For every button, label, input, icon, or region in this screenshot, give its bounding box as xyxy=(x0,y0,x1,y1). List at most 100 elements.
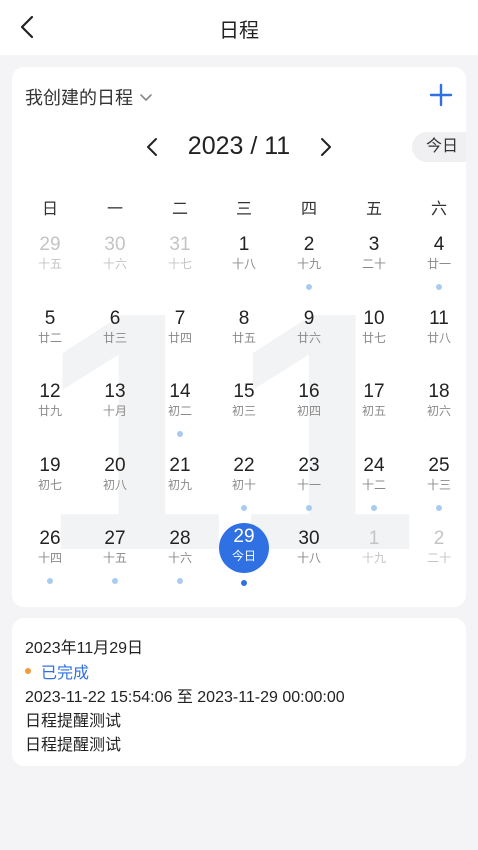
lunar-date: 二十 xyxy=(426,551,451,565)
day-cell[interactable]: 2 十九 xyxy=(284,229,334,295)
day-cell[interactable]: 4 廿一 xyxy=(414,229,464,295)
day-number: 6 xyxy=(109,307,121,329)
day-cell[interactable]: 24 十二 xyxy=(349,450,399,516)
add-schedule-button[interactable] xyxy=(428,82,454,108)
lunar-date: 十九 xyxy=(361,551,386,565)
day-number: 21 xyxy=(169,454,191,476)
lunar-date: 廿九 xyxy=(37,404,62,418)
event-indicator-dot xyxy=(371,504,377,511)
lunar-date: 初八 xyxy=(102,477,127,492)
day-cell[interactable]: 30 十八 xyxy=(284,523,334,589)
event-indicator-dot xyxy=(436,284,442,290)
day-cell[interactable]: 21 初九 xyxy=(155,450,205,516)
lunar-date: 廿三 xyxy=(102,330,127,345)
day-number: 2 xyxy=(303,234,315,255)
day-number: 3 xyxy=(368,234,380,255)
lunar-date: 初四 xyxy=(296,404,321,418)
day-cell[interactable]: 2 二十 xyxy=(414,523,464,589)
day-number: 23 xyxy=(298,454,320,476)
day-number: 31 xyxy=(169,234,191,255)
day-cell[interactable]: 11 廿八 xyxy=(414,303,464,369)
day-cell[interactable]: 23 十一 xyxy=(284,450,334,516)
day-cell[interactable]: 31 十七 xyxy=(155,229,205,295)
next-month-button[interactable] xyxy=(314,133,338,161)
schedule-filter-dropdown[interactable]: 我创建的日程 xyxy=(25,84,153,110)
current-month-label: 2023 / 11 xyxy=(187,132,291,160)
lunar-date: 十一 xyxy=(296,477,321,492)
day-cell[interactable]: 25 十三 xyxy=(414,450,464,516)
lunar-date: 十六 xyxy=(102,257,127,271)
day-cell[interactable]: 13 十月 xyxy=(90,376,140,442)
page-title: 日程 xyxy=(219,20,259,42)
day-cell[interactable]: 1 十八 xyxy=(219,229,269,295)
day-cell[interactable]: 22 初十 xyxy=(219,450,269,516)
day-cell[interactable]: 20 初八 xyxy=(90,450,140,516)
weekday-label: 六 xyxy=(430,201,447,218)
event-indicator-dot xyxy=(436,504,442,511)
weekday-label: 日 xyxy=(41,201,58,218)
lunar-date: 初五 xyxy=(361,404,386,418)
day-cell[interactable]: 18 初六 xyxy=(414,376,464,442)
day-cell-selected[interactable]: 29 今日 xyxy=(219,523,269,589)
day-cell[interactable]: 10 廿七 xyxy=(349,303,399,369)
day-cell[interactable]: 14 初二 xyxy=(155,376,205,442)
weekday-label: 五 xyxy=(365,201,382,218)
day-number: 4 xyxy=(433,234,445,255)
lunar-date: 十五 xyxy=(102,551,127,565)
lunar-date: 初二 xyxy=(167,404,192,418)
day-number: 24 xyxy=(363,454,385,476)
weekday-label: 二 xyxy=(171,201,188,218)
day-cell[interactable]: 5 廿二 xyxy=(25,303,75,369)
event-date: 2023年11月29日 xyxy=(25,640,144,657)
event-title: 日程提醒测试 xyxy=(25,713,122,730)
day-cell[interactable]: 1 十九 xyxy=(349,523,399,589)
day-cell[interactable]: 15 初三 xyxy=(219,376,269,442)
event-indicator-dot xyxy=(306,504,312,511)
event-indicator-dot xyxy=(177,431,183,437)
day-number: 5 xyxy=(44,307,56,329)
filter-label: 我创建的日程 xyxy=(25,88,133,108)
chevron-right-icon xyxy=(321,138,331,156)
status-dot xyxy=(25,668,31,674)
event-time-range: 2023-11-22 15:54:06 至 2023-11-29 00:00:0… xyxy=(25,689,345,706)
lunar-date: 廿七 xyxy=(361,330,386,345)
chevron-down-icon xyxy=(140,94,152,101)
event-indicator-dot xyxy=(241,580,247,586)
day-cell[interactable]: 6 廿三 xyxy=(90,303,140,369)
day-cell[interactable]: 27 十五 xyxy=(90,523,140,589)
day-number: 1 xyxy=(368,528,380,549)
today-button[interactable]: 今日 xyxy=(412,132,466,162)
lunar-date: 廿四 xyxy=(167,330,192,345)
lunar-date: 今日 xyxy=(231,549,256,563)
lunar-date: 十七 xyxy=(167,257,192,271)
day-cell[interactable]: 8 廿五 xyxy=(219,303,269,369)
day-cell[interactable]: 9 廿六 xyxy=(284,303,334,369)
day-cell[interactable]: 29 十五 xyxy=(25,229,75,295)
day-cell[interactable]: 3 二十 xyxy=(349,229,399,295)
day-cell[interactable]: 26 十四 xyxy=(25,523,75,589)
lunar-date: 十八 xyxy=(231,257,256,271)
weekday-label: 一 xyxy=(106,201,123,218)
day-number: 25 xyxy=(428,454,450,476)
day-number: 29 xyxy=(233,526,255,547)
day-number: 14 xyxy=(169,381,191,402)
day-cell[interactable]: 7 廿四 xyxy=(155,303,205,369)
day-cell[interactable]: 16 初四 xyxy=(284,376,334,442)
day-cell[interactable]: 17 初五 xyxy=(349,376,399,442)
day-number: 13 xyxy=(104,381,126,402)
lunar-date: 十三 xyxy=(426,477,451,492)
day-number: 1 xyxy=(238,234,250,255)
event-detail-card[interactable]: 2023年11月29日 已完成 2023-11-22 15:54:06 至 20… xyxy=(12,618,466,766)
lunar-date: 初六 xyxy=(426,404,451,418)
lunar-date: 廿一 xyxy=(426,257,451,271)
day-number: 7 xyxy=(174,307,186,329)
day-cell[interactable]: 28 十六 xyxy=(155,523,205,589)
event-description: 日程提醒测试 xyxy=(25,737,122,754)
day-cell[interactable]: 12 廿九 xyxy=(25,376,75,442)
day-cell[interactable]: 19 初七 xyxy=(25,450,75,516)
lunar-date: 二十 xyxy=(361,257,386,271)
day-number: 11 xyxy=(429,307,449,329)
lunar-date: 十四 xyxy=(37,551,62,565)
day-cell[interactable]: 30 十六 xyxy=(90,229,140,295)
day-number: 29 xyxy=(39,234,61,255)
